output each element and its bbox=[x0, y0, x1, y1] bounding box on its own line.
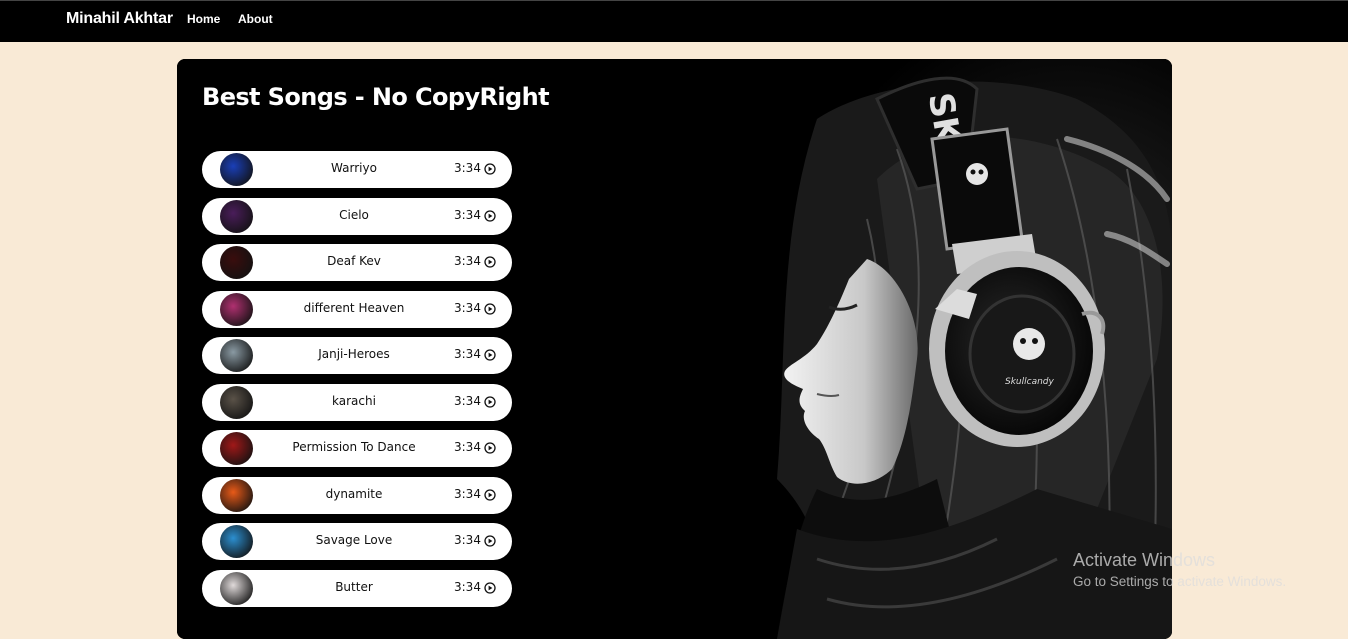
song-cover-image bbox=[220, 153, 253, 186]
song-name: Savage Love bbox=[315, 533, 393, 547]
song-duration: 3:34 bbox=[454, 347, 481, 361]
song-duration: 3:34 bbox=[454, 579, 481, 594]
song-item[interactable]: Cielo 3:34 bbox=[202, 197, 512, 235]
song-name: Deaf Kev bbox=[327, 254, 381, 268]
song-cover-image bbox=[220, 199, 253, 233]
song-item[interactable]: Warriyo 3:34 bbox=[202, 151, 512, 188]
song-name: Butter bbox=[335, 579, 373, 594]
song-item[interactable]: Butter 3:34 bbox=[202, 569, 512, 607]
song-item[interactable]: Savage Love 3:34 bbox=[202, 523, 512, 560]
song-item[interactable]: karachi 3:34 bbox=[202, 383, 512, 421]
windows-activation-watermark: Activate Windows Go to Settings to activ… bbox=[1073, 550, 1286, 589]
navbar: Minahil Akhtar Home About bbox=[0, 0, 1348, 42]
brand-logo[interactable]: Minahil Akhtar bbox=[66, 10, 173, 28]
song-name: karachi bbox=[332, 393, 376, 408]
activate-subtitle: Go to Settings to activate Windows. bbox=[1073, 574, 1287, 589]
song-duration: 3:34 bbox=[454, 207, 481, 222]
page-title: Best Songs - No CopyRight bbox=[202, 83, 550, 111]
song-name: different Heaven bbox=[303, 300, 405, 315]
song-item[interactable]: dynamite 3:34 bbox=[202, 476, 512, 514]
song-cover-image bbox=[220, 478, 253, 512]
song-cover-image bbox=[220, 432, 253, 465]
song-cover-image bbox=[220, 339, 253, 372]
play-circle-icon[interactable] bbox=[484, 442, 496, 454]
song-cover-image bbox=[220, 292, 253, 326]
song-item[interactable]: Permission To Dance 3:34 bbox=[202, 430, 512, 467]
song-name: Warriyo bbox=[331, 161, 377, 175]
song-container: SK Skullcandy Best Songs - No CopyRight … bbox=[177, 59, 1172, 639]
activate-title: Activate Windows bbox=[1073, 550, 1216, 570]
song-cover-image bbox=[220, 571, 253, 605]
play-circle-icon[interactable] bbox=[484, 349, 496, 361]
song-name: Janji-Heroes bbox=[318, 347, 390, 361]
play-circle-icon[interactable] bbox=[484, 302, 496, 315]
song-duration: 3:34 bbox=[454, 533, 481, 547]
song-cover-image bbox=[220, 246, 253, 279]
nav-link-home[interactable]: Home bbox=[187, 12, 220, 26]
song-duration: 3:34 bbox=[454, 440, 481, 454]
song-name: Permission To Dance bbox=[292, 440, 416, 454]
play-circle-icon[interactable] bbox=[484, 256, 496, 268]
song-name: Cielo bbox=[339, 207, 369, 222]
song-name: dynamite bbox=[325, 486, 383, 501]
song-item[interactable]: Janji-Heroes 3:34 bbox=[202, 337, 512, 374]
song-duration: 3:34 bbox=[454, 393, 481, 408]
play-circle-icon[interactable] bbox=[484, 581, 496, 594]
song-item[interactable]: Deaf Kev 3:34 bbox=[202, 244, 512, 281]
play-circle-icon[interactable] bbox=[484, 488, 496, 501]
song-duration: 3:34 bbox=[454, 300, 481, 315]
svg-text:Skullcandy: Skullcandy bbox=[1005, 377, 1055, 387]
play-circle-icon[interactable] bbox=[484, 163, 496, 175]
play-circle-icon[interactable] bbox=[484, 535, 496, 547]
song-duration: 3:34 bbox=[454, 254, 481, 268]
song-cover-image bbox=[220, 525, 253, 558]
play-circle-icon[interactable] bbox=[484, 209, 496, 222]
song-duration: 3:34 bbox=[454, 486, 481, 501]
nav-link-about[interactable]: About bbox=[238, 12, 273, 26]
song-duration: 3:34 bbox=[454, 161, 481, 175]
play-circle-icon[interactable] bbox=[484, 395, 496, 408]
song-cover-image bbox=[220, 385, 253, 419]
song-item[interactable]: different Heaven 3:34 bbox=[202, 290, 512, 328]
